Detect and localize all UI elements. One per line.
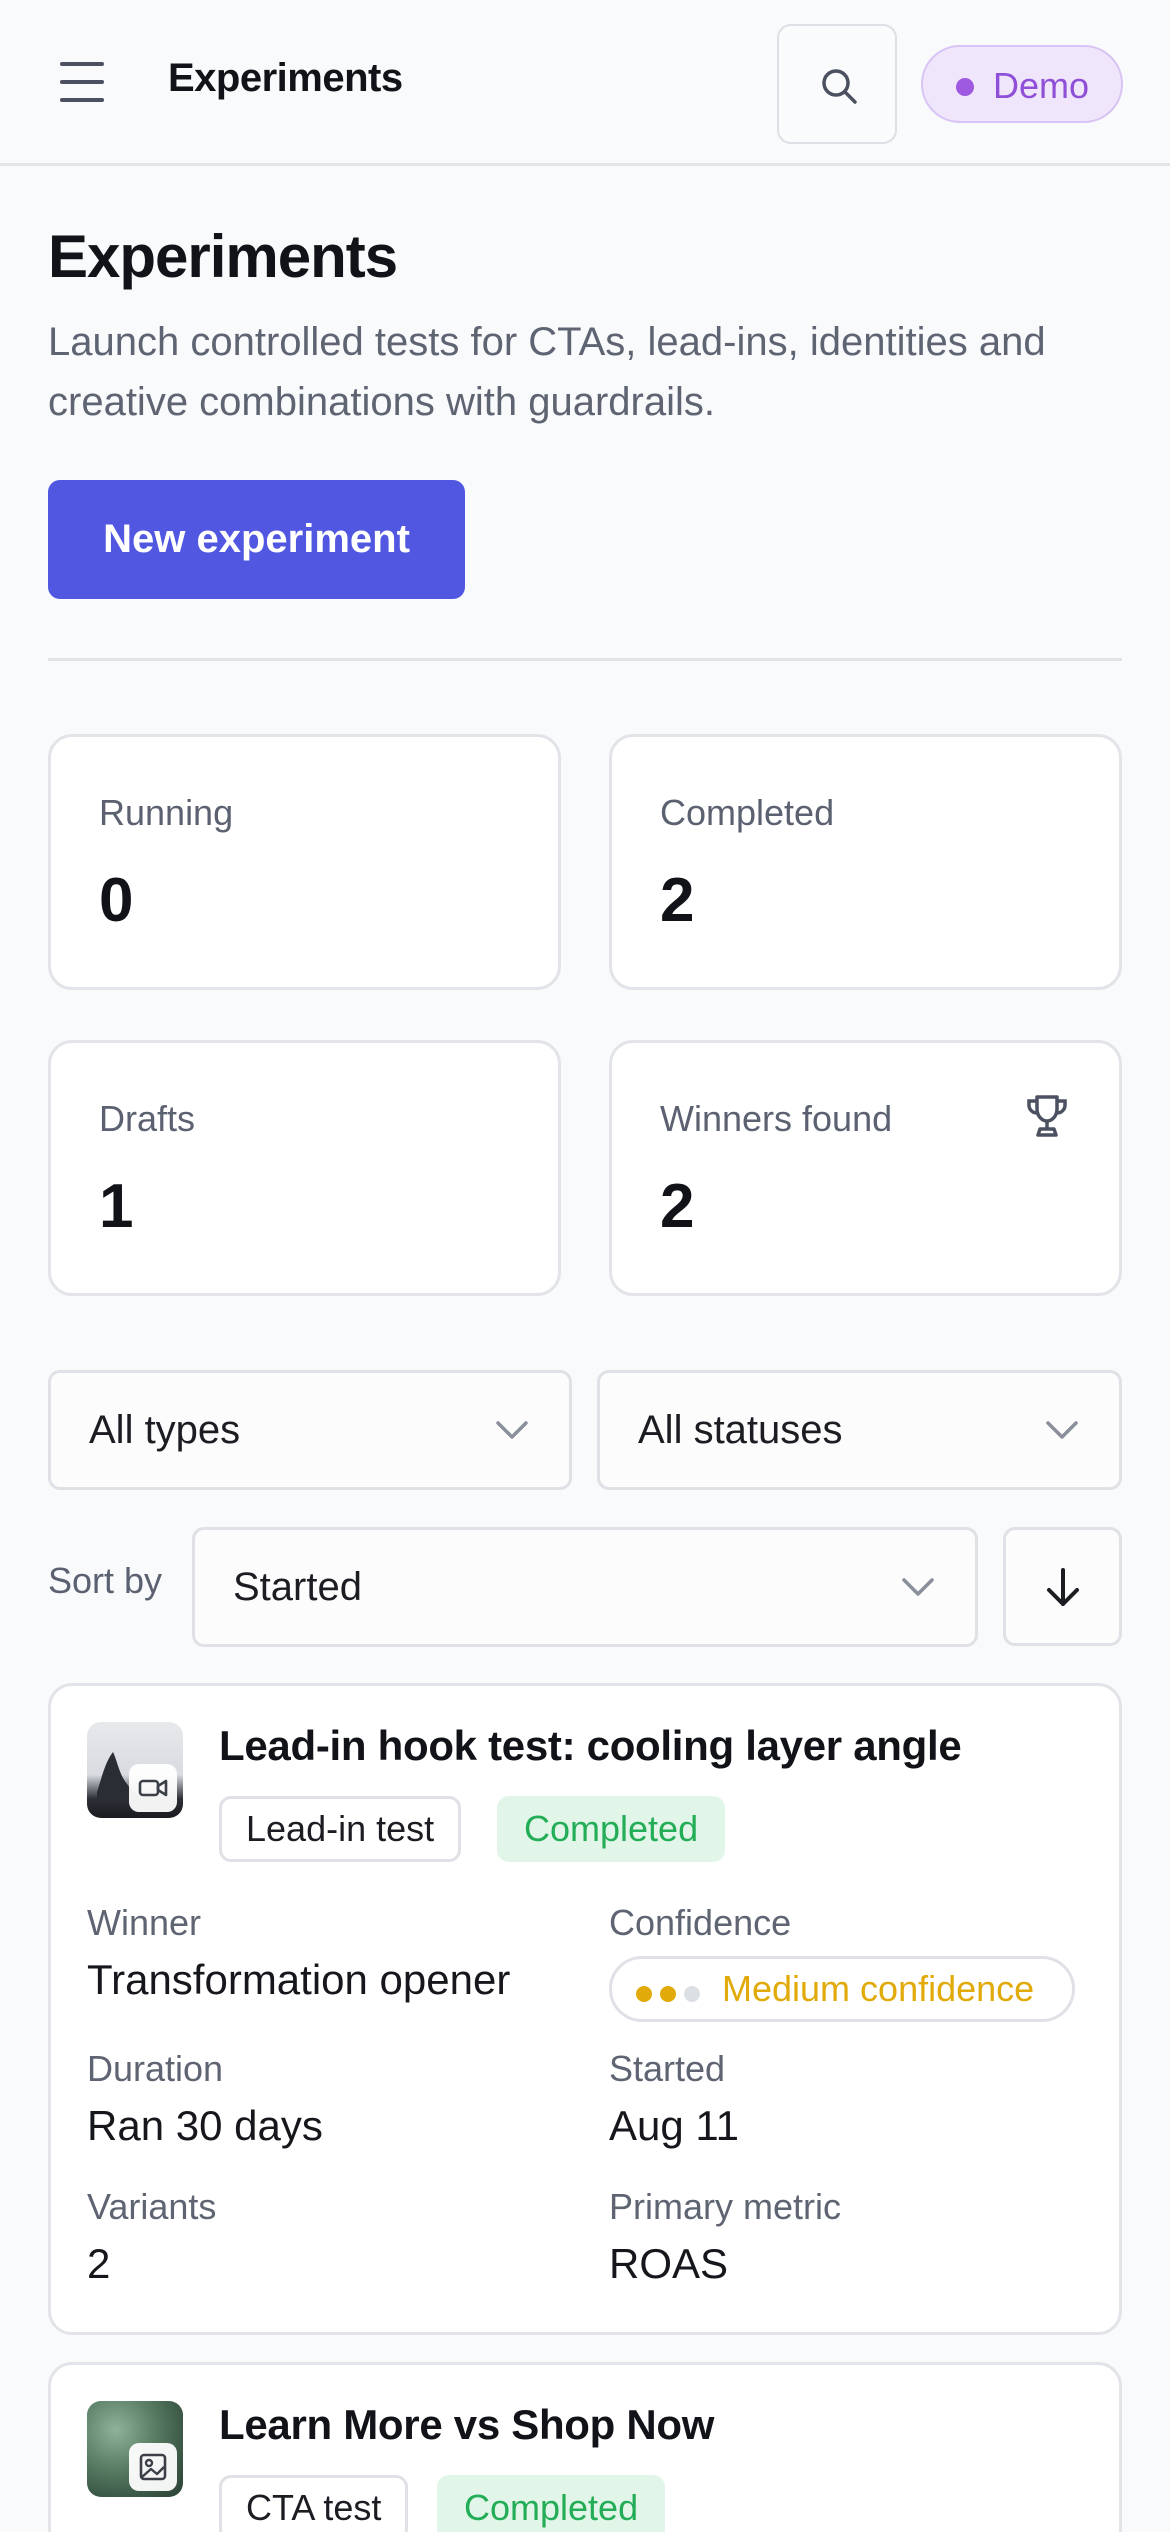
sort-label: Sort by	[48, 1560, 163, 1601]
primary-metric-label: Primary metric	[609, 2186, 841, 2227]
variants-value: 2	[87, 2240, 111, 2287]
stat-label: Winners found	[660, 1098, 893, 1139]
app-title: Experiments	[168, 56, 403, 100]
stat-label: Running	[99, 792, 234, 833]
video-icon	[129, 1764, 177, 1812]
sort-value: Started	[233, 1565, 362, 1609]
stat-value: 2	[660, 866, 695, 935]
stat-value: 2	[660, 1172, 695, 1241]
experiment-type-tag: Lead-in test	[219, 1796, 462, 1862]
confidence-dot	[636, 1986, 652, 2002]
status-badge: Completed	[437, 2475, 666, 2532]
duration-label: Duration	[87, 2048, 224, 2089]
confidence-badge: Medium confidence	[609, 1956, 1075, 2022]
variants-label: Variants	[87, 2186, 217, 2227]
confidence-dot	[684, 1986, 700, 2002]
status-filter-select[interactable]: All statuses	[597, 1370, 1122, 1490]
demo-badge[interactable]: Demo	[921, 45, 1123, 123]
search-icon	[822, 69, 857, 104]
page-title: Experiments	[48, 223, 398, 290]
experiment-type-tag: CTA test	[219, 2475, 409, 2532]
stat-card-running: Running 0	[48, 734, 561, 990]
divider	[48, 658, 1122, 661]
experiment-card[interactable]: Learn More vs Shop Now CTA test Complete…	[48, 2362, 1122, 2532]
stat-card-completed: Completed 2	[609, 734, 1122, 990]
type-filter-select[interactable]: All types	[48, 1370, 572, 1490]
stat-label: Drafts	[99, 1098, 196, 1139]
status-badge: Completed	[497, 1796, 726, 1862]
experiment-title[interactable]: Lead-in hook test: cooling layer angle	[219, 1722, 962, 1770]
status-dot	[956, 78, 974, 96]
new-experiment-button[interactable]: New experiment	[48, 480, 465, 599]
stat-label: Completed	[660, 792, 835, 833]
arrow-down-icon	[1047, 1568, 1079, 1606]
experiment-title[interactable]: Learn More vs Shop Now	[219, 2401, 714, 2449]
confidence-label: Confidence	[609, 1902, 792, 1943]
stat-value: 1	[99, 1172, 134, 1241]
started-value: Aug 11	[609, 2102, 739, 2149]
confidence-dot	[660, 1986, 676, 2002]
demo-badge-label: Demo	[993, 65, 1090, 106]
experiment-thumbnail	[87, 2401, 183, 2497]
top-bar: Experiments Demo	[0, 0, 1170, 166]
experiment-card[interactable]: Lead-in hook test: cooling layer angle L…	[48, 1683, 1122, 2335]
type-filter-value: All types	[89, 1408, 241, 1452]
chevron-down-icon	[902, 1578, 934, 1596]
duration-value: Ran 30 days	[87, 2102, 323, 2149]
stat-value: 0	[99, 866, 134, 935]
winner-label: Winner	[87, 1902, 202, 1943]
sort-direction-button[interactable]	[1003, 1527, 1122, 1646]
started-label: Started	[609, 2048, 726, 2089]
search-button[interactable]	[777, 24, 897, 144]
sort-select[interactable]: Started	[192, 1527, 978, 1647]
page-description: Launch controlled tests for CTAs, lead-i…	[48, 320, 1046, 424]
trophy-icon	[1027, 1095, 1067, 1137]
stat-card-drafts: Drafts 1	[48, 1040, 561, 1296]
experiment-thumbnail	[87, 1722, 183, 1818]
image-icon	[129, 2443, 177, 2491]
menu-icon[interactable]	[56, 58, 112, 106]
winner-value: Transformation opener	[87, 1956, 511, 2003]
chevron-down-icon	[496, 1421, 528, 1439]
primary-metric-value: ROAS	[609, 2240, 729, 2287]
status-filter-value: All statuses	[638, 1408, 843, 1452]
stat-card-winners: Winners found 2	[609, 1040, 1122, 1296]
chevron-down-icon	[1046, 1421, 1078, 1439]
confidence-value: Medium confidence	[722, 1968, 1035, 2009]
